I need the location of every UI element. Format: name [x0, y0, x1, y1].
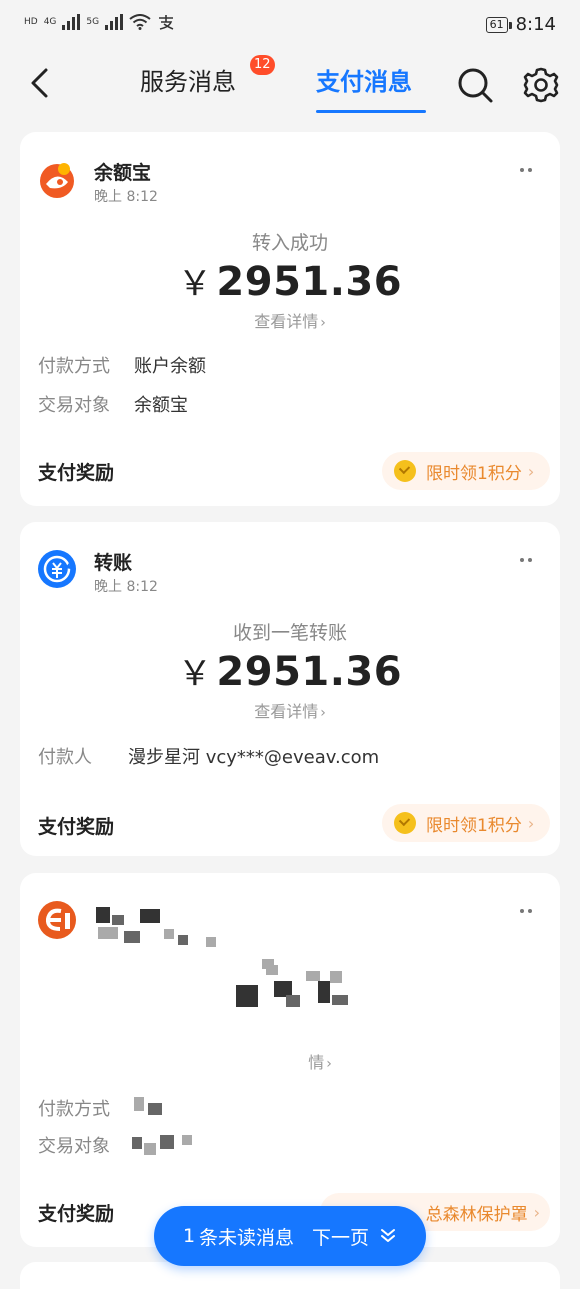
- chevron-right-icon: ›: [320, 315, 326, 331]
- unread-count: 1: [182, 1225, 196, 1247]
- currency-symbol: ￥: [177, 654, 213, 694]
- chevron-right-icon: ›: [533, 1202, 540, 1222]
- reward-text: 总森林保护罩: [425, 1204, 528, 1225]
- reward-label: 支付奖励: [38, 816, 115, 838]
- view-details-label: 查看详情: [254, 702, 319, 721]
- alipay-icon: [159, 15, 174, 30]
- 5g-tag: 5G: [86, 17, 100, 27]
- hd-tag: HD: [24, 17, 38, 27]
- payer-label: 付款人: [38, 747, 92, 768]
- amount: ￥ 2951.36: [20, 256, 560, 305]
- counterparty-label: 交易对象: [38, 395, 110, 416]
- coin-icon: [394, 812, 416, 834]
- status-bar-left: HD 4G 5G: [24, 14, 175, 30]
- view-details-label: 情: [308, 1053, 325, 1072]
- view-details-link[interactable]: 情 ›: [50, 1049, 580, 1073]
- unread-badge: 12: [250, 55, 275, 75]
- double-chevron-down-icon: [379, 1227, 397, 1245]
- next-page-label: 下一页: [312, 1226, 370, 1249]
- status-bar-right: 61 8:14: [485, 14, 556, 35]
- reward-button[interactable]: 限时领1积分 ›: [382, 452, 550, 490]
- payment-method-value: 账户余额: [134, 356, 206, 377]
- tab-payment-messages[interactable]: 支付消息: [316, 62, 412, 97]
- counterparty-value: 余额宝: [134, 395, 188, 416]
- reward-button[interactable]: 限时领1积分 ›: [382, 804, 550, 842]
- counterparty-label: 交易对象: [38, 1136, 110, 1157]
- transaction-status: 转入成功: [251, 232, 328, 254]
- message-card-next[interactable]: [20, 1262, 560, 1289]
- payment-method-label: 付款方式: [38, 1099, 110, 1120]
- chevron-right-icon: ›: [527, 461, 535, 481]
- view-details-label: 查看详情: [254, 312, 319, 331]
- chevron-right-icon: ›: [320, 705, 326, 721]
- search-icon[interactable]: [456, 66, 494, 104]
- chevron-right-icon: ›: [527, 813, 535, 833]
- reward-text: 限时领1积分: [426, 815, 522, 836]
- gear-icon[interactable]: [522, 66, 560, 104]
- message-card-transfer[interactable]: 转账 晚上 8:12 收到一笔转账 ￥ 2951.36 查看详情 › 付款人 漫步星…: [20, 522, 560, 856]
- tab-service-messages[interactable]: 服务消息: [140, 62, 236, 97]
- amount-value: 2951.36: [216, 649, 403, 695]
- signal-icon: [62, 14, 81, 30]
- clock: 8:14: [515, 14, 556, 35]
- back-icon[interactable]: [24, 66, 58, 100]
- app-name: 转账: [94, 552, 133, 574]
- active-tab-indicator: [316, 110, 426, 113]
- app-logo-icon: [38, 901, 76, 939]
- reward-label: 支付奖励: [38, 1203, 115, 1225]
- payment-method-label: 付款方式: [38, 356, 110, 377]
- amount: ￥ 2951.36: [20, 646, 560, 695]
- more-icon[interactable]: [520, 558, 532, 562]
- unread-text: 条未读消息: [199, 1226, 295, 1249]
- header: 服务消息 12 支付消息: [0, 52, 580, 122]
- coin-icon: [394, 460, 416, 482]
- currency-symbol: ￥: [177, 264, 213, 304]
- payer-value: 漫步星河 vcy***@eveav.com: [128, 747, 380, 768]
- message-time: 晚上 8:12: [94, 189, 158, 205]
- payment-messages-screen: HD 4G 5G 61 8:14 服务消息 12 支付消息 余额宝 晚上 8:1…: [0, 0, 580, 1289]
- message-card-obscured[interactable]: 情 › 付款方式 交易对象 支付奖励 总森林保护罩 ›: [20, 873, 560, 1247]
- yuebao-icon: [40, 163, 74, 198]
- transaction-status: 收到一笔转账: [232, 622, 347, 644]
- amount-value: 2951.36: [216, 259, 403, 305]
- view-details-link[interactable]: 查看详情 ›: [20, 308, 560, 332]
- reward-label: 支付奖励: [38, 462, 115, 484]
- unread-next-page-button[interactable]: 1 条未读消息 下一页: [154, 1206, 426, 1266]
- wifi-icon: [129, 14, 151, 30]
- 4g-tag: 4G: [43, 17, 57, 27]
- more-icon[interactable]: [520, 168, 532, 172]
- more-icon[interactable]: [520, 909, 532, 913]
- battery-icon: 61: [485, 16, 512, 33]
- view-details-link[interactable]: 查看详情 ›: [20, 698, 560, 722]
- transfer-icon: [38, 550, 76, 588]
- reward-text: 限时领1积分: [426, 463, 522, 484]
- app-name: 余额宝: [94, 162, 152, 184]
- message-time: 晚上 8:12: [94, 579, 158, 595]
- signal-icon-2: [105, 14, 124, 30]
- status-bar: HD 4G 5G 61 8:14: [0, 0, 580, 52]
- message-card-yuebao[interactable]: 余额宝 晚上 8:12 转入成功 ￥ 2951.36 查看详情 › 付款方式 账户余…: [20, 132, 560, 506]
- chevron-right-icon: ›: [326, 1056, 332, 1072]
